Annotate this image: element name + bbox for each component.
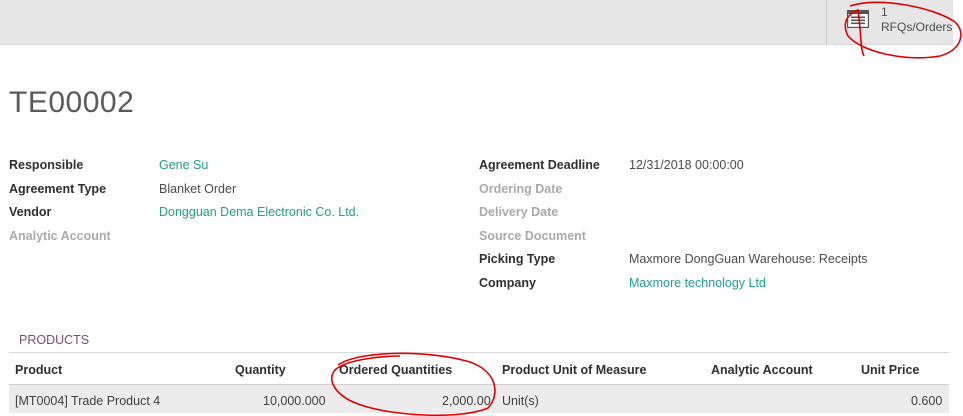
col-product-uom[interactable]: Product Unit of Measure	[502, 363, 646, 377]
agreement-type-label: Agreement Type	[9, 182, 107, 196]
col-analytic-account[interactable]: Analytic Account	[711, 363, 813, 377]
col-quantity[interactable]: Quantity	[235, 363, 286, 377]
rfqs-orders-count: 1	[881, 5, 888, 19]
company-label: Company	[479, 276, 536, 290]
cell-unit-price: 0.600	[911, 394, 943, 408]
vendor-label: Vendor	[9, 205, 52, 219]
picking-type-label: Picking Type	[479, 252, 556, 266]
col-product[interactable]: Product	[15, 363, 62, 377]
record-title: TE00002	[9, 86, 135, 119]
source-document-label: Source Document	[479, 229, 586, 243]
responsible-value[interactable]: Gene Su	[159, 157, 208, 173]
cell-uom: Unit(s)	[502, 394, 539, 408]
vendor-value[interactable]: Dongguan Dema Electronic Co. Ltd.	[159, 204, 359, 220]
control-panel: 1 RFQs/Orders	[0, 0, 953, 45]
col-unit-price[interactable]: Unit Price	[861, 363, 919, 377]
picking-type-value: Maxmore DongGuan Warehouse: Receipts	[629, 252, 868, 266]
agreement-deadline-label: Agreement Deadline	[479, 158, 600, 172]
agreement-deadline-value: 12/31/2018 00:00:00	[629, 158, 744, 172]
rfqs-orders-button[interactable]: 1 RFQs/Orders	[826, 0, 954, 44]
rfqs-orders-label: RFQs/Orders	[881, 20, 953, 34]
list-icon	[847, 10, 869, 28]
col-ordered-quantities[interactable]: Ordered Quantities	[339, 363, 452, 377]
cell-ordered-quantities: 2,000.00	[442, 394, 491, 408]
analytic-account-label: Analytic Account	[9, 229, 111, 243]
delivery-date-label: Delivery Date	[479, 205, 559, 219]
ordering-date-label: Ordering Date	[479, 182, 563, 196]
cell-quantity: 10,000.000	[263, 394, 326, 408]
tab-divider	[9, 352, 949, 353]
tab-products-label: PRODUCTS	[19, 333, 90, 347]
agreement-type-value: Blanket Order	[159, 182, 237, 196]
company-value[interactable]: Maxmore technology Ltd	[629, 275, 766, 291]
responsible-label: Responsible	[9, 158, 84, 172]
cell-product: [MT0004] Trade Product 4	[15, 394, 161, 408]
